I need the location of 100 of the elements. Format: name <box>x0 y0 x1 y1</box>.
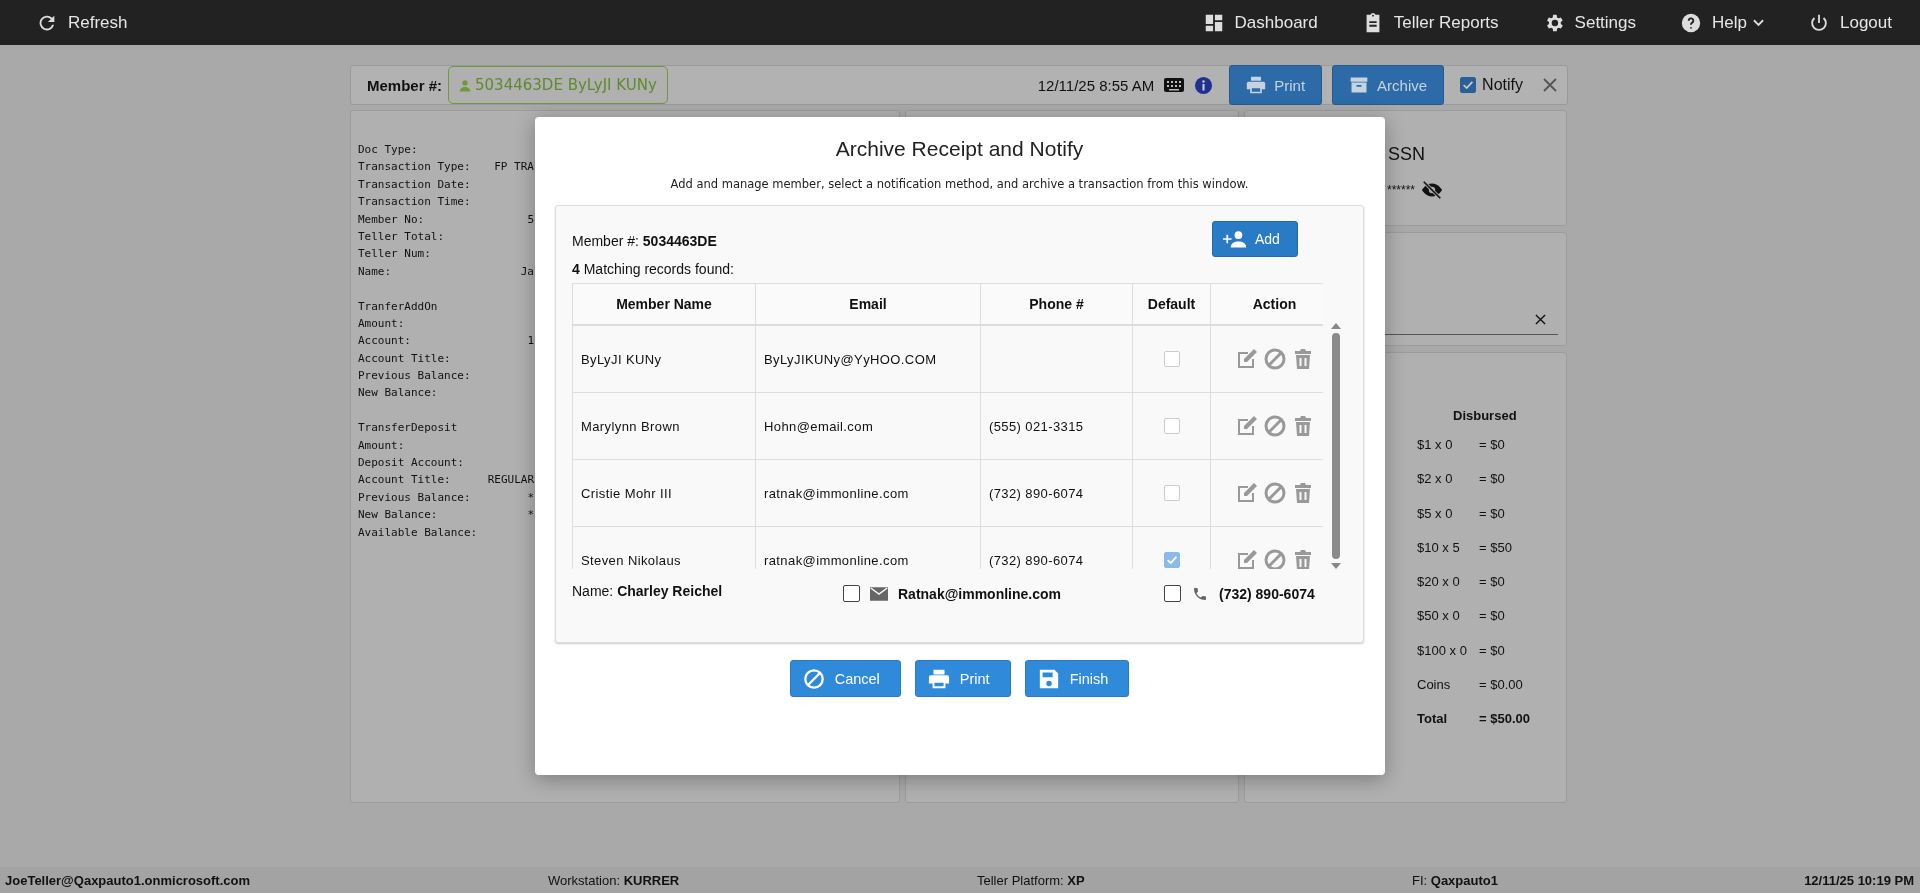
member-label: Member #: <box>367 76 443 94</box>
default-checkbox[interactable] <box>1163 485 1180 502</box>
amount: = $0 <box>1479 471 1505 489</box>
denomination: $100 x 0 <box>1417 642 1468 660</box>
receipt-label: Name: <box>358 263 392 280</box>
phone-icon <box>1191 585 1209 602</box>
add-user-icon <box>1223 230 1247 248</box>
printer-icon <box>1246 75 1267 95</box>
dialog-subtitle: Add and manage member, select a notification method, and archive a transaction from this window. <box>670 177 1249 191</box>
amount: = $50 <box>1479 539 1512 557</box>
column-header: Phone # <box>980 283 1133 325</box>
table-cell: Marylynn Brown <box>572 392 756 460</box>
close-icon[interactable] <box>1543 78 1557 92</box>
receipt-label: Deposit Account: <box>358 455 464 472</box>
receipt-label: Doc Type: <box>358 142 418 158</box>
dialog-button[interactable]: Finish <box>1024 660 1130 697</box>
keyboard-icon[interactable] <box>1164 78 1185 92</box>
receipt-heading: TransferDeposit <box>358 420 459 437</box>
member-number: 5034463DE <box>642 233 717 249</box>
status-date-time: 12/11/25 10:19 PM <box>1804 872 1914 888</box>
ban-icon[interactable] <box>1262 347 1287 371</box>
receipt-value: * <box>527 507 534 524</box>
eye-slash-icon[interactable] <box>1421 179 1444 201</box>
default-checkbox[interactable] <box>1163 552 1180 569</box>
table-cell: Cristie Mohr III <box>572 459 756 527</box>
notify-checkbox[interactable] <box>1460 77 1477 93</box>
column-header: Email <box>755 283 981 325</box>
amount: = $50.00 <box>1479 711 1530 729</box>
clear-icon[interactable] <box>1535 313 1546 325</box>
column-header: Default <box>1132 283 1211 325</box>
table-cell: (732) 890-6074 <box>980 459 1133 527</box>
nav-button[interactable]: Logout <box>1802 7 1898 38</box>
denomination: $1 x 0 <box>1417 437 1454 454</box>
nav-button[interactable]: Help <box>1674 7 1770 38</box>
amount: = $0 <box>1479 608 1505 626</box>
member-name: Charley Reichel <box>617 582 723 599</box>
receipt-label: Previous Balance: <box>358 368 471 385</box>
receipt-label: Teller Num: <box>358 246 431 263</box>
default-checkbox[interactable] <box>1163 351 1180 368</box>
receipt-value: 5 <box>527 211 534 228</box>
receipt-value: * <box>527 489 534 506</box>
receipt-label: Previous Balance: <box>358 489 471 506</box>
email-checkbox[interactable] <box>843 585 860 602</box>
denomination: $5 x 0 <box>1417 505 1454 523</box>
nav-button[interactable]: Settings <box>1536 7 1643 38</box>
table-cell: ratnak@immonline.com <box>755 459 981 527</box>
receipt-label: Transaction Time: <box>358 194 471 211</box>
receipt-label: New Balance: <box>358 507 438 524</box>
denomination: Coins <box>1417 677 1452 695</box>
name-label: Name: <box>572 582 614 599</box>
scroll-down-icon[interactable] <box>1331 563 1341 569</box>
receipt-label: Amount: <box>358 315 405 332</box>
receipt-label: Amount: <box>358 437 405 454</box>
column-header: Action <box>1210 283 1323 325</box>
ban-icon[interactable] <box>1262 548 1287 569</box>
printer-icon <box>927 667 950 690</box>
receipt-label: Teller Total: <box>358 228 445 245</box>
receipt-label: Account Title: <box>358 472 451 489</box>
notify-label: Notify <box>1482 76 1523 94</box>
receipt-value: FP TRA <box>494 159 534 176</box>
dialog-title: Archive Receipt and Notify <box>835 137 1084 161</box>
nav-button[interactable]: Dashboard <box>1196 7 1324 38</box>
dialog-button[interactable]: Cancel <box>789 660 901 697</box>
save-icon <box>1037 667 1060 690</box>
toolbar-button[interactable]: Archive <box>1332 65 1445 105</box>
denomination: $10 x 5 <box>1417 539 1461 557</box>
info-icon[interactable] <box>1194 75 1214 95</box>
table-cell: Steven Nikolaus <box>572 526 756 569</box>
email-option: Ratnak@immonline.com <box>898 585 1062 602</box>
receipt-label: New Balance: <box>358 385 438 402</box>
member-label: Member #: <box>572 233 639 249</box>
toolbar-button[interactable]: Print <box>1229 65 1323 105</box>
denomination: $20 x 0 <box>1417 574 1461 592</box>
ban-icon[interactable] <box>1262 414 1287 438</box>
table-cell: ByLyJIKUNy@YyHOO.COM <box>755 325 981 393</box>
default-checkbox[interactable] <box>1163 418 1180 435</box>
cancel-icon <box>802 667 825 690</box>
receipt-label: Transaction Date: <box>358 176 471 193</box>
nav-button[interactable]: Refresh <box>30 7 134 38</box>
scroll-up-icon[interactable] <box>1331 323 1341 329</box>
phone-option: (732) 890-6074 <box>1219 585 1315 602</box>
amount: = $0 <box>1479 574 1505 592</box>
ban-icon[interactable] <box>1262 481 1287 505</box>
denomination: Total <box>1417 711 1449 729</box>
denomination: $2 x 0 <box>1417 471 1454 489</box>
phone-checkbox[interactable] <box>1164 585 1181 602</box>
add-button[interactable]: Add <box>1212 221 1298 257</box>
nav-button[interactable]: Teller Reports <box>1355 7 1505 38</box>
receipt-heading: TranferAddOn <box>358 298 439 315</box>
ssn-label: SSN <box>1388 144 1425 165</box>
dialog-button[interactable]: Print <box>914 660 1011 697</box>
date-time: 12/11/25 8:55 AM <box>1037 76 1155 94</box>
disbursed-heading: Disbursed <box>1453 408 1518 423</box>
ssn-value: ****** <box>1387 183 1416 197</box>
amount: = $0 <box>1479 505 1505 523</box>
envelope-icon <box>870 585 888 602</box>
amount: = $0 <box>1479 642 1505 660</box>
receipt-label: Account: <box>358 333 411 350</box>
status-field: Teller Platform: XP <box>977 872 1412 888</box>
table-cell: Hohn@email.com <box>755 392 981 460</box>
